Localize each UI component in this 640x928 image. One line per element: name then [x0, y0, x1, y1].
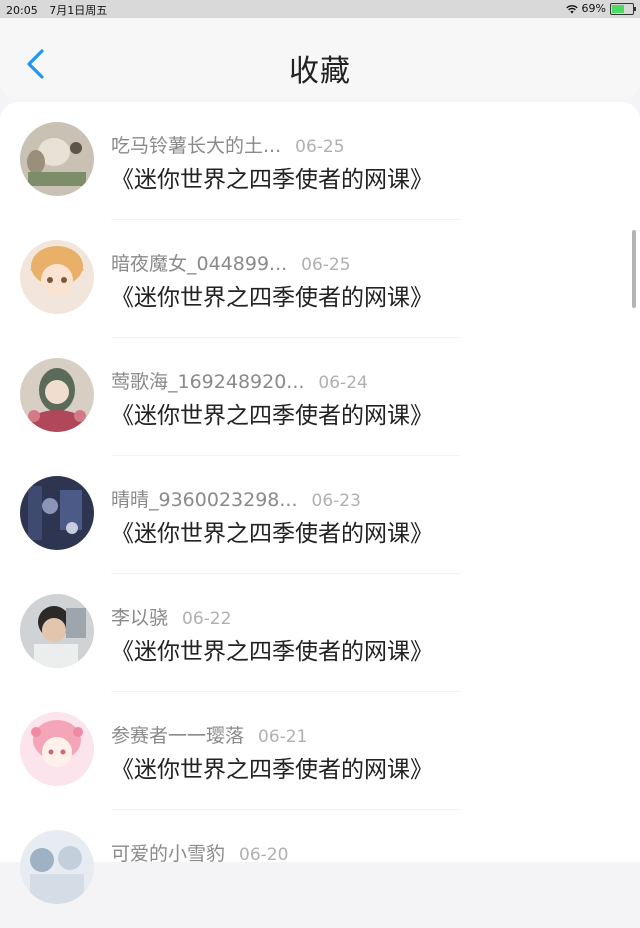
scroll-indicator[interactable]	[632, 230, 636, 308]
navigation-bar: 收藏	[0, 18, 640, 100]
list-item[interactable]: 晴晴_9360023298... 06-23 《迷你世界之四季使者的网课》	[0, 456, 640, 574]
item-date: 06-22	[182, 609, 232, 629]
battery-icon	[610, 2, 636, 15]
list-item[interactable]: 暗夜魔女_044899... 06-25 《迷你世界之四季使者的网课》	[0, 220, 640, 338]
list-item[interactable]: 莺歌海_169248920... 06-24 《迷你世界之四季使者的网课》	[0, 338, 640, 456]
user-name: 李以骁	[111, 607, 169, 629]
status-left: 20:05 7月1日周五	[6, 2, 115, 18]
avatar	[20, 358, 94, 432]
item-date: 06-21	[258, 727, 308, 747]
item-meta: 参赛者一一璎落 06-21	[111, 721, 307, 748]
favorites-list: 吃马铃薯长大的土... 06-25 《迷你世界之四季使者的网课》 暗夜魔女_044…	[0, 102, 640, 904]
list-item[interactable]: 吃马铃薯长大的土... 06-25 《迷你世界之四季使者的网课》	[0, 102, 640, 220]
item-date: 06-25	[301, 255, 351, 275]
item-date: 06-23	[311, 491, 361, 511]
status-bar: 20:05 7月1日周五 69%	[0, 0, 640, 18]
status-date: 7月1日周五	[49, 4, 108, 17]
item-meta: 李以骁 06-22	[111, 603, 231, 630]
item-date: 06-24	[318, 373, 368, 393]
status-time: 20:05	[6, 4, 38, 17]
item-meta: 暗夜魔女_044899... 06-25	[111, 249, 351, 276]
item-meta: 吃马铃薯长大的土... 06-25	[111, 131, 345, 158]
course-title: 《迷你世界之四季使者的网课》	[111, 757, 433, 783]
avatar	[20, 476, 94, 550]
wifi-icon	[565, 4, 578, 13]
course-title: 《迷你世界之四季使者的网课》	[111, 167, 433, 193]
list-item[interactable]: 李以骁 06-22 《迷你世界之四季使者的网课》	[0, 574, 640, 692]
avatar	[20, 712, 94, 786]
item-date: 06-20	[239, 845, 289, 865]
list-item[interactable]: 可爱的小雪豹 06-20	[0, 810, 640, 928]
course-title: 《迷你世界之四季使者的网课》	[111, 403, 433, 429]
battery-fill	[612, 4, 624, 13]
avatar	[20, 830, 94, 904]
avatar	[20, 122, 94, 196]
item-meta: 晴晴_9360023298... 06-23	[111, 485, 361, 512]
status-right: 69%	[565, 2, 636, 15]
item-date: 06-25	[295, 137, 345, 157]
course-title: 《迷你世界之四季使者的网课》	[111, 639, 433, 665]
item-meta: 莺歌海_169248920... 06-24	[111, 367, 368, 394]
user-name: 晴晴_9360023298...	[111, 489, 298, 511]
user-name: 吃马铃薯长大的土...	[111, 135, 282, 157]
page-title: 收藏	[289, 54, 351, 89]
course-title: 《迷你世界之四季使者的网课》	[111, 285, 433, 311]
user-name: 参赛者一一璎落	[111, 725, 245, 747]
battery-percent: 69%	[581, 2, 606, 15]
list-item[interactable]: 参赛者一一璎落 06-21 《迷你世界之四季使者的网课》	[0, 692, 640, 810]
course-title: 《迷你世界之四季使者的网课》	[111, 521, 433, 547]
user-name: 可爱的小雪豹	[111, 843, 226, 865]
user-name: 暗夜魔女_044899...	[111, 253, 288, 275]
avatar	[20, 240, 94, 314]
avatar	[20, 594, 94, 668]
user-name: 莺歌海_169248920...	[111, 371, 305, 393]
